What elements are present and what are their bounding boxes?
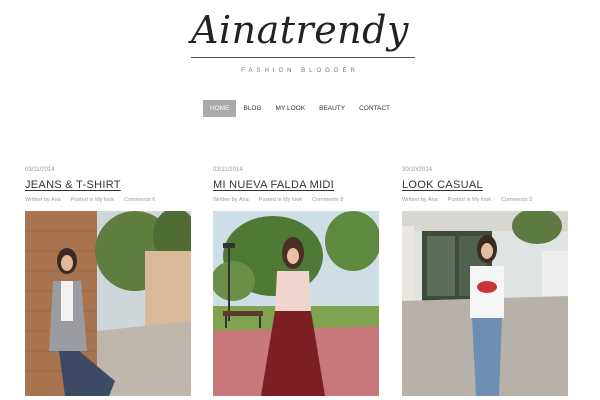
post-comments[interactable]: Comments 2 <box>501 197 532 203</box>
post-category[interactable]: Posted in My look <box>71 197 114 203</box>
post-card: 03/11/2014 MI NUEVA FALDA MIDI Written b… <box>213 167 379 396</box>
site-logo[interactable]: Ainatrendy <box>0 8 600 52</box>
post-date: 03/11/2014 <box>25 167 55 173</box>
logo-divider <box>191 57 415 58</box>
nav-item-beauty[interactable]: BEAUTY <box>312 100 352 117</box>
nav-item-contact[interactable]: CONTACT <box>352 100 397 117</box>
post-meta: Written by Ana Posted in My look Comment… <box>213 197 379 203</box>
post-author[interactable]: Written by Ana <box>213 197 249 203</box>
post-date: 03/11/2014 <box>213 167 243 173</box>
post-title-link[interactable]: LOOK CASUAL <box>402 179 568 191</box>
main-nav: HOME BLOG MY LOOK BEAUTY CONTACT <box>0 100 600 117</box>
post-meta: Written by Ana Posted in My look Comment… <box>402 197 568 203</box>
nav-item-my-look[interactable]: MY LOOK <box>269 100 313 117</box>
post-card: 30/10/2014 LOOK CASUAL Written by Ana Po… <box>402 167 568 396</box>
post-image[interactable] <box>213 211 379 396</box>
post-category[interactable]: Posted in My look <box>259 197 302 203</box>
nav-item-home[interactable]: HOME <box>202 100 237 117</box>
post-author[interactable]: Written by Ana <box>402 197 438 203</box>
post-image[interactable] <box>402 211 568 396</box>
post-image[interactable] <box>25 211 191 396</box>
post-meta: Written by Ana Posted in My look Comment… <box>25 197 191 203</box>
nav-item-blog[interactable]: BLOG <box>236 100 268 117</box>
site-tagline: FASHION BLOGGER <box>241 68 359 74</box>
post-title-link[interactable]: JEANS & T-SHIRT <box>25 179 191 191</box>
post-card: 03/11/2014 JEANS & T-SHIRT Written by An… <box>25 167 191 396</box>
post-date: 30/10/2014 <box>402 167 433 173</box>
post-title-link[interactable]: MI NUEVA FALDA MIDI <box>213 179 379 191</box>
post-category[interactable]: Posted in My look <box>448 197 491 203</box>
post-comments[interactable]: Comments 6 <box>124 197 155 203</box>
post-comments[interactable]: Comments 8 <box>312 197 343 203</box>
post-author[interactable]: Written by Ana <box>25 197 61 203</box>
